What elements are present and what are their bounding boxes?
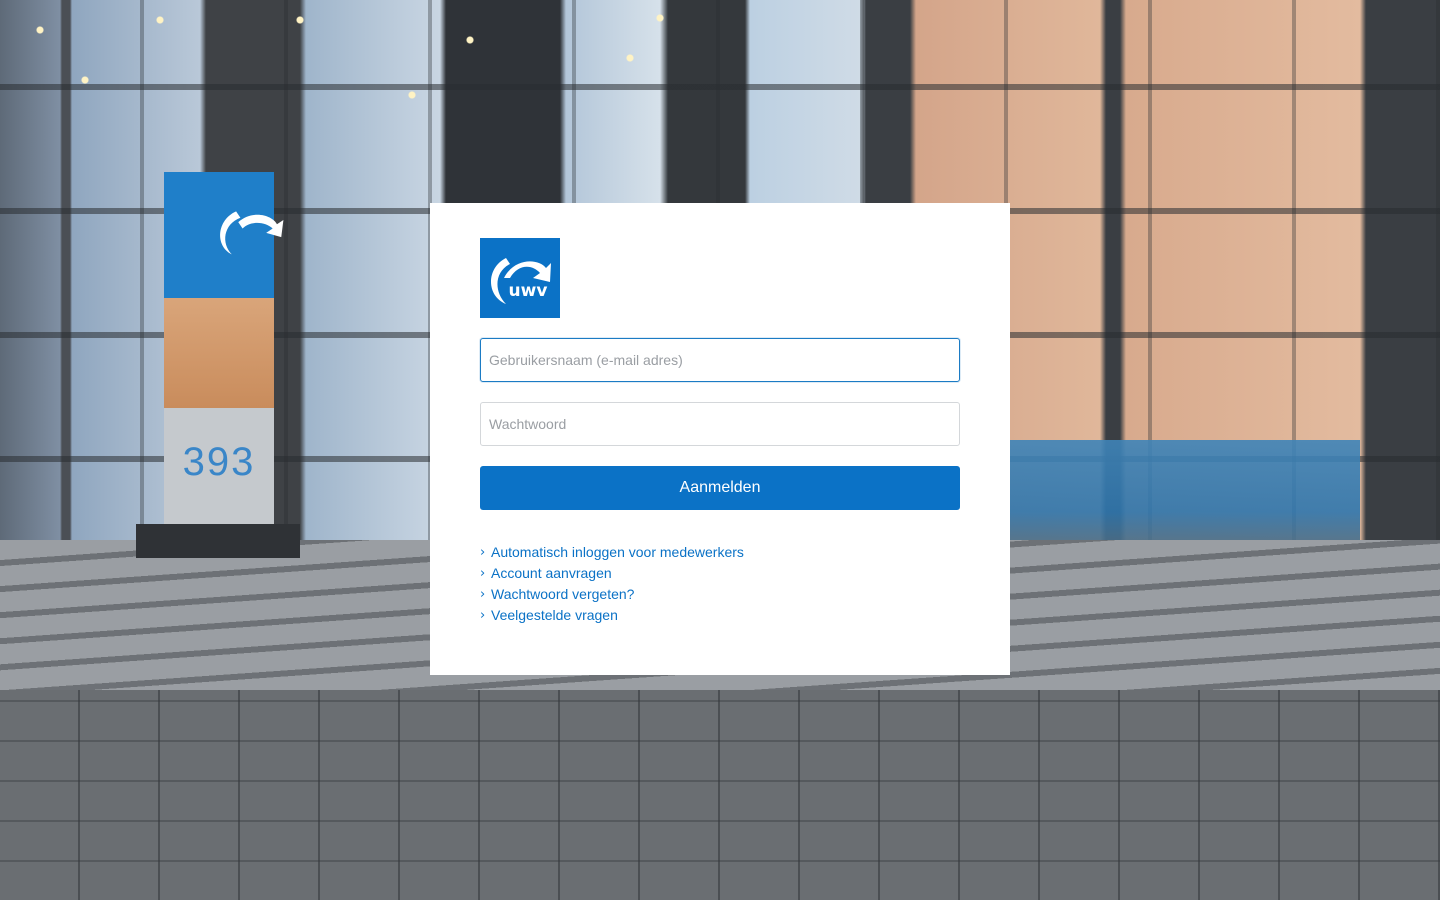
forgot-password-link[interactable]: Wachtwoord vergeten? — [491, 584, 634, 605]
uwv-logo-mark: uwv — [480, 238, 560, 318]
chevron-right-icon: › — [480, 587, 486, 602]
request-account-link[interactable]: Account aanvragen — [491, 563, 612, 584]
username-input[interactable] — [480, 338, 960, 382]
link-item-request-account: › Account aanvragen — [480, 563, 960, 584]
pavement — [0, 690, 1440, 900]
sign-blue-panel — [164, 172, 284, 298]
ceiling-lights — [0, 0, 700, 140]
help-links: › Automatisch inloggen voor medewerkers … — [480, 542, 960, 626]
login-card: uwv Aanmelden › Automatisch inloggen voo… — [430, 203, 1010, 675]
logo-text: uwv — [509, 281, 548, 301]
chevron-right-icon: › — [480, 608, 486, 623]
password-input[interactable] — [480, 402, 960, 446]
sign-logo-icon — [220, 211, 284, 255]
login-button[interactable]: Aanmelden — [480, 466, 960, 510]
building-sign: 393 — [136, 172, 300, 558]
chevron-right-icon: › — [480, 545, 486, 560]
link-item-auto-login: › Automatisch inloggen voor medewerkers — [480, 542, 960, 563]
uwv-logo-icon: uwv — [480, 238, 560, 318]
chevron-right-icon: › — [480, 566, 486, 581]
faq-link[interactable]: Veelgestelde vragen — [491, 605, 618, 626]
auto-login-link[interactable]: Automatisch inloggen voor medewerkers — [491, 542, 744, 563]
sign-wood-panel — [164, 298, 274, 408]
link-item-forgot-password: › Wachtwoord vergeten? — [480, 584, 960, 605]
sign-number: 393 — [182, 440, 256, 484]
sign-base — [136, 524, 300, 558]
link-item-faq: › Veelgestelde vragen — [480, 605, 960, 626]
